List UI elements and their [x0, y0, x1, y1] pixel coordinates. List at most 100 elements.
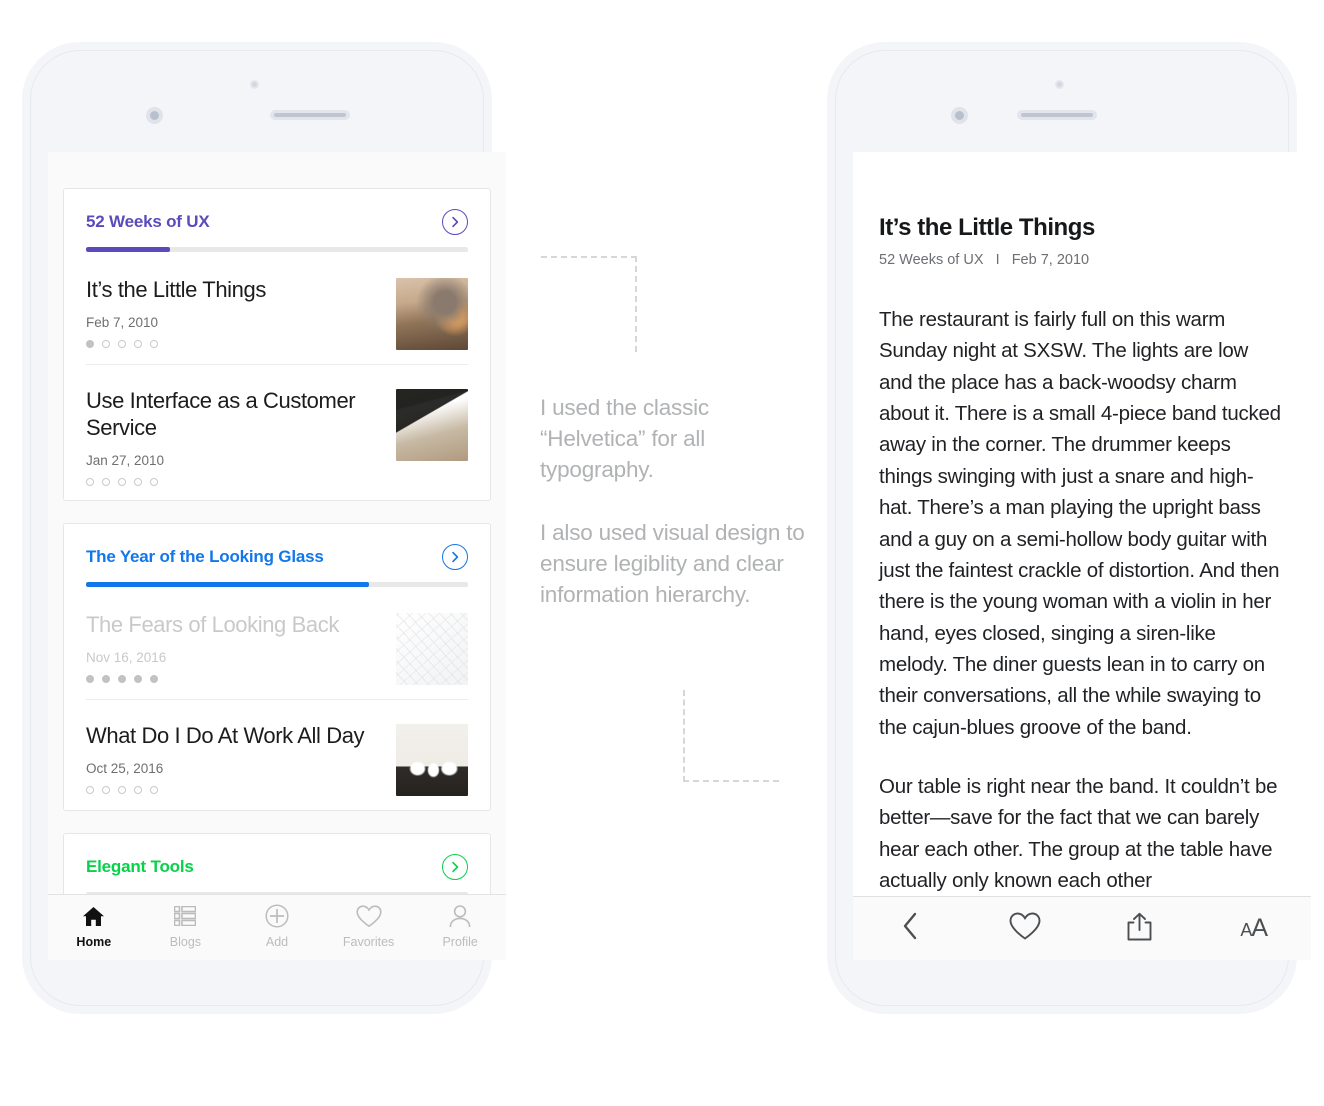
reader-toolbar[interactable]: AA — [853, 896, 1311, 960]
read-progress-dots — [86, 478, 382, 487]
post-thumbnail — [396, 724, 468, 797]
chevron-right-circle-icon[interactable] — [442, 544, 468, 571]
series-progress-fill — [86, 582, 369, 588]
phone-mockup-left: 52 Weeks of UX It’s the Little Things Fe… — [22, 42, 506, 1014]
blog-card-title: The Year of the Looking Glass — [86, 547, 324, 567]
blog-card-header[interactable]: Elegant Tools — [86, 834, 468, 892]
progress-dot — [150, 478, 158, 487]
annotation-text: I used the classic “Helvetica” for all t… — [540, 392, 812, 610]
earpiece-speaker — [270, 110, 350, 120]
annotation-leader-line-top — [541, 256, 637, 352]
list-item[interactable]: It’s the Little Things Feb 7, 2010 — [86, 254, 468, 365]
annotation-paragraph-2: I also used visual design to ensure legi… — [540, 520, 805, 608]
post-thumbnail — [396, 278, 468, 350]
progress-dot — [86, 340, 94, 349]
article-body: The restaurant is fairly full on this wa… — [879, 304, 1285, 896]
post-date: Nov 16, 2016 — [86, 650, 167, 666]
list-item-text: The Fears of Looking Back Nov 16, 2016 — [86, 611, 382, 684]
proximity-sensor-icon — [146, 107, 163, 124]
tab-add[interactable]: Add — [231, 904, 323, 949]
post-title: What Do I Do At Work All Day — [86, 723, 365, 749]
list-item[interactable]: The Fears of Looking Back Nov 16, 2016 — [86, 589, 468, 701]
chevron-right-circle-icon[interactable] — [442, 209, 468, 235]
back-button[interactable] — [853, 912, 968, 945]
progress-dot — [102, 786, 110, 795]
share-button[interactable] — [1082, 911, 1197, 947]
series-progress-fill — [86, 247, 171, 252]
series-progress-bar — [86, 247, 468, 252]
left-phone-screen: 52 Weeks of UX It’s the Little Things Fe… — [48, 152, 506, 960]
blog-card[interactable]: The Year of the Looking Glass The Fears … — [63, 523, 491, 812]
tab-blogs[interactable]: Blogs — [140, 904, 232, 949]
tab-profile[interactable]: Profile — [414, 904, 506, 949]
post-title: Use Interface as a Customer Service — [86, 388, 356, 441]
person-icon — [449, 904, 471, 928]
heart-icon — [1009, 912, 1041, 946]
blog-card[interactable]: 52 Weeks of UX It’s the Little Things Fe… — [63, 188, 491, 502]
article-reader[interactable]: It’s the Little Things 52 Weeks of UX I … — [853, 152, 1311, 897]
tab-label: Home — [76, 935, 112, 949]
article-paragraph-2: Our table is right near the band. It cou… — [879, 775, 1278, 893]
blog-card-header[interactable]: The Year of the Looking Glass — [86, 524, 468, 582]
progress-dot — [102, 340, 110, 349]
home-icon — [82, 904, 105, 928]
post-thumbnail — [396, 389, 468, 461]
text-size-button[interactable]: AA — [1197, 914, 1312, 943]
share-icon — [1126, 911, 1153, 947]
list-item[interactable]: Use Interface as a Customer Service Jan … — [86, 365, 468, 500]
text-size-icon: AA — [1240, 914, 1268, 942]
favorite-button[interactable] — [968, 912, 1083, 946]
post-thumbnail — [396, 613, 468, 686]
read-progress-dots — [86, 675, 382, 684]
article-meta: 52 Weeks of UX I Feb 7, 2010 — [879, 252, 1090, 268]
list-item-text: Use Interface as a Customer Service Jan … — [86, 387, 382, 487]
tab-label: Blogs — [169, 935, 202, 949]
post-date: Oct 25, 2016 — [86, 761, 164, 777]
post-date: Feb 7, 2010 — [86, 315, 159, 331]
list-item[interactable]: What Do I Do At Work All Day Oct 25, 201… — [86, 700, 468, 810]
list-icon — [174, 904, 197, 928]
tab-favorites[interactable]: Favorites — [323, 904, 415, 949]
blog-card-header[interactable]: 52 Weeks of UX — [86, 189, 468, 247]
tab-label: Add — [265, 935, 289, 949]
heart-icon — [355, 904, 382, 928]
read-progress-dots — [86, 786, 382, 795]
chevron-right-circle-icon[interactable] — [442, 854, 468, 881]
front-camera-icon — [250, 80, 259, 89]
phone-mockup-right: It’s the Little Things 52 Weeks of UX I … — [827, 42, 1311, 1014]
tab-home[interactable]: Home — [48, 904, 140, 949]
article-title: It’s the Little Things — [879, 214, 1095, 241]
progress-dot — [118, 786, 126, 795]
progress-dot — [134, 675, 142, 684]
read-progress-dots — [86, 340, 382, 349]
progress-dot — [118, 340, 126, 349]
post-date: Jan 27, 2010 — [86, 453, 165, 469]
right-phone-screen: It’s the Little Things 52 Weeks of UX I … — [853, 152, 1311, 960]
progress-dot — [86, 478, 94, 487]
blog-card-title: 52 Weeks of UX — [86, 212, 210, 231]
proximity-sensor-icon — [951, 107, 968, 124]
list-item-text: What Do I Do At Work All Day Oct 25, 201… — [86, 722, 382, 795]
progress-dot — [102, 478, 110, 487]
tab-label: Favorites — [342, 935, 395, 949]
front-camera-icon — [1055, 80, 1064, 89]
progress-dot — [86, 675, 94, 684]
blog-card-title: Elegant Tools — [86, 857, 194, 877]
plus-circle-icon — [265, 904, 289, 928]
progress-dot — [102, 675, 110, 684]
tab-label: Profile — [442, 935, 478, 949]
post-title: The Fears of Looking Back — [86, 612, 339, 638]
progress-dot — [118, 675, 126, 684]
progress-dot — [150, 786, 158, 795]
earpiece-speaker — [1017, 110, 1097, 120]
blog-feed[interactable]: 52 Weeks of UX It’s the Little Things Fe… — [48, 152, 506, 960]
series-progress-bar — [86, 582, 468, 588]
progress-dot — [86, 786, 94, 795]
article-paragraph-1: The restaurant is fairly full on this wa… — [879, 308, 1281, 739]
progress-dot — [134, 478, 142, 487]
progress-dot — [118, 478, 126, 487]
progress-dot — [134, 786, 142, 795]
bottom-tab-bar[interactable]: Home Blogs Add Favorites Profile — [48, 894, 506, 960]
progress-dot — [150, 340, 158, 349]
post-title: It’s the Little Things — [86, 277, 266, 302]
